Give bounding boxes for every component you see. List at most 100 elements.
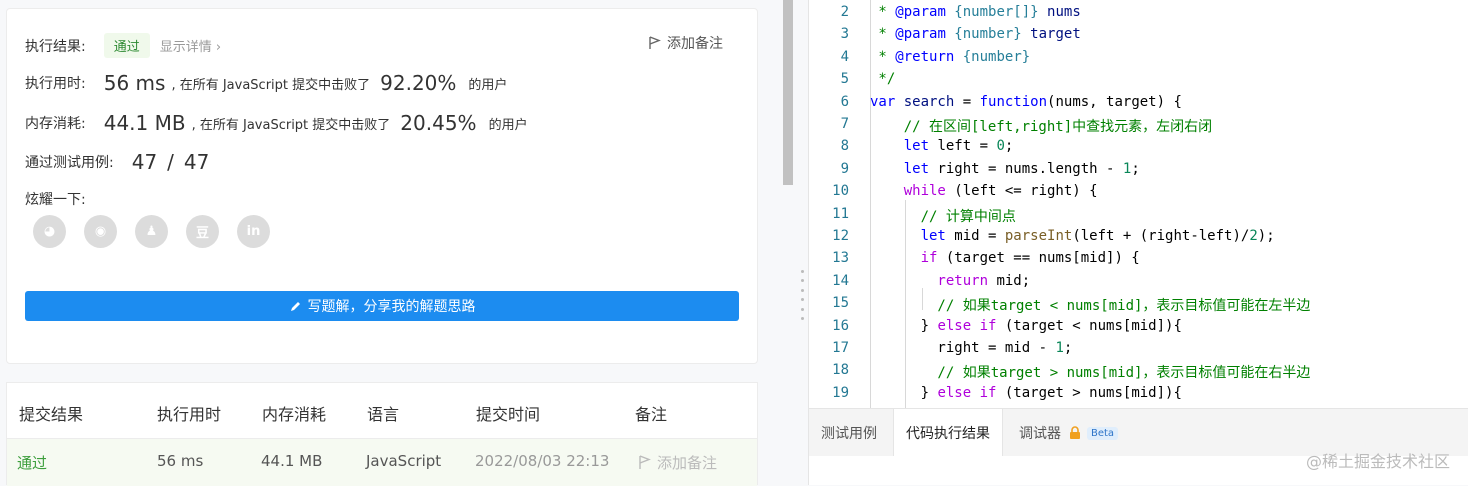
- code-line[interactable]: 18 // 如果target > nums[mid]，表示目标值可能在右半边: [809, 362, 1310, 384]
- code-line[interactable]: 17 right = mid - 1;: [809, 340, 1072, 362]
- code-text: right = mid - 1;: [870, 340, 1072, 356]
- code-token: // 计算中间点: [870, 208, 1016, 225]
- result-row: 执行结果: 通过 显示详情 ›: [25, 33, 221, 58]
- code-token: var: [870, 93, 904, 110]
- tab-debugger[interactable]: 调试器 Beta: [1007, 409, 1130, 457]
- line-number: 11: [832, 205, 849, 222]
- code-token: else if: [937, 384, 997, 401]
- code-line[interactable]: 3 * @param {number} target: [809, 26, 1081, 48]
- tab-run-result[interactable]: 代码执行结果: [893, 409, 1003, 457]
- line-number: 8: [840, 138, 849, 155]
- code-token: search: [903, 93, 955, 110]
- code-line[interactable]: 9 let right = nums.length - 1;: [809, 161, 1140, 183]
- code-token: {number}: [945, 26, 1031, 43]
- memory-value: 44.1 MB: [103, 111, 186, 135]
- code-line[interactable]: 14 return mid;: [809, 273, 1030, 295]
- code-text: if (target == nums[mid]) {: [870, 250, 1140, 266]
- code-token: @return: [895, 48, 955, 65]
- code-line[interactable]: 7 // 在区间[left,right]中查找元素，左闭右闭: [809, 116, 1213, 138]
- header-status: 提交结果: [19, 405, 84, 424]
- linkedin-icon[interactable]: in: [237, 215, 270, 248]
- code-token: @param: [895, 4, 946, 20]
- code-line[interactable]: 19 } else if (target > nums[mid]){: [809, 385, 1182, 407]
- code-line[interactable]: 6 var search = function(nums, target) {: [809, 93, 1182, 116]
- code-token: let: [870, 138, 938, 155]
- tests-separator: /: [167, 150, 174, 174]
- tests-label: 通过测试用例:: [25, 155, 114, 171]
- code-editor[interactable]: 2 * @param {number[]} nums 3 * @param {nu…: [809, 0, 1468, 408]
- code-token: else if: [937, 317, 997, 334]
- douban-icon[interactable]: 豆: [186, 215, 219, 248]
- memory-tail: 的用户: [488, 117, 528, 133]
- show-details-link[interactable]: 显示详情 ›: [160, 36, 221, 55]
- row-memory: 44.1 MB: [261, 452, 323, 470]
- weibo-icon[interactable]: ◉: [84, 215, 117, 248]
- line-number: 15: [832, 295, 849, 312]
- line-number: 18: [832, 362, 849, 379]
- left-panel: 执行结果: 通过 显示详情 › 添加备注 执行用时: 56 ms , 在所有 J…: [0, 0, 770, 486]
- code-token: *: [870, 4, 896, 20]
- row-time: 2022/08/03 22:13: [475, 452, 610, 470]
- line-number: 6: [840, 93, 849, 110]
- beta-badge: Beta: [1087, 426, 1119, 440]
- code-line[interactable]: 11 // 计算中间点: [809, 205, 1016, 228]
- code-line[interactable]: 15 // 如果target < nums[mid]，表示目标值可能在左半边: [809, 295, 1310, 317]
- code-token: right = mid -: [870, 340, 1056, 356]
- code-line[interactable]: 16 } else if (target < nums[mid]){: [809, 318, 1182, 340]
- header-note: 备注: [635, 405, 668, 424]
- code-token: ;: [1004, 138, 1014, 155]
- line-number: 2: [840, 4, 849, 20]
- table-row[interactable]: 通过 56 ms 44.1 MB JavaScript 2022/08/03 2…: [7, 439, 757, 486]
- code-line[interactable]: 12 let mid = parseInt(left + (right-left…: [809, 228, 1274, 250]
- code-line[interactable]: 5 */: [809, 71, 896, 93]
- resize-dot: [800, 288, 804, 292]
- code-text: while (left <= right) {: [870, 183, 1098, 199]
- code-line[interactable]: 2 * @param {number[]} nums: [809, 4, 1081, 26]
- code-line[interactable]: 4 * @return {number}: [809, 48, 1031, 71]
- code-text: * @param {number} target: [870, 26, 1081, 43]
- header-language: 语言: [367, 405, 400, 424]
- resize-handle[interactable]: [800, 270, 804, 320]
- code-line[interactable]: 8 let left = 0;: [809, 138, 1014, 160]
- code-text: } else if (target > nums[mid]){: [870, 385, 1182, 401]
- runtime-row: 执行用时: 56 ms , 在所有 JavaScript 提交中击败了 92.2…: [25, 71, 507, 95]
- write-solution-button[interactable]: 写题解，分享我的解题思路: [25, 291, 739, 321]
- line-number: 4: [840, 48, 849, 65]
- code-text: return mid;: [870, 273, 1030, 289]
- code-token: target: [1030, 26, 1081, 43]
- row-runtime: 56 ms: [157, 452, 204, 470]
- code-token: }: [870, 384, 938, 401]
- code-token: let: [870, 160, 938, 177]
- left-scrollbar[interactable]: [783, 0, 793, 185]
- code-token: function: [979, 93, 1048, 110]
- line-number: 12: [832, 228, 849, 244]
- code-line[interactable]: 10 while (left <= right) {: [809, 183, 1097, 205]
- code-token: (left <= right) {: [945, 183, 1098, 200]
- result-card: 执行结果: 通过 显示详情 › 添加备注 执行用时: 56 ms , 在所有 J…: [6, 8, 758, 364]
- tab-testcases[interactable]: 测试用例: [809, 409, 889, 457]
- share-label: 炫耀一下:: [25, 192, 86, 208]
- lock-icon: [1070, 426, 1080, 439]
- header-memory: 内存消耗: [262, 405, 327, 424]
- code-token: (nums, target) {: [1047, 93, 1182, 110]
- code-token: (left + (right-left)/: [1072, 228, 1250, 244]
- row-add-note[interactable]: 添加备注: [639, 452, 717, 473]
- tab-run-result-label: 代码执行结果: [906, 426, 990, 442]
- row-note-label: 添加备注: [657, 454, 718, 472]
- tests-total: 47: [183, 150, 210, 174]
- row-status[interactable]: 通过: [17, 452, 47, 473]
- add-note-button[interactable]: 添加备注: [649, 33, 723, 53]
- code-token: return: [870, 272, 989, 289]
- wechat-icon[interactable]: ◕: [33, 215, 66, 248]
- flag-icon: [639, 455, 651, 469]
- tests-passed: 47: [131, 150, 158, 174]
- code-token: left =: [937, 138, 997, 155]
- line-number: 5: [840, 71, 849, 88]
- tab-testcases-label: 测试用例: [821, 426, 877, 442]
- code-token: mid =: [954, 228, 1005, 244]
- code-token: );: [1257, 228, 1275, 244]
- code-text: // 在区间[left,right]中查找元素，左闭右闭: [870, 116, 1212, 136]
- qq-icon[interactable]: ♟: [135, 215, 168, 248]
- code-line[interactable]: 13 if (target == nums[mid]) {: [809, 250, 1140, 272]
- code-text: // 如果target > nums[mid]，表示目标值可能在右半边: [870, 362, 1310, 382]
